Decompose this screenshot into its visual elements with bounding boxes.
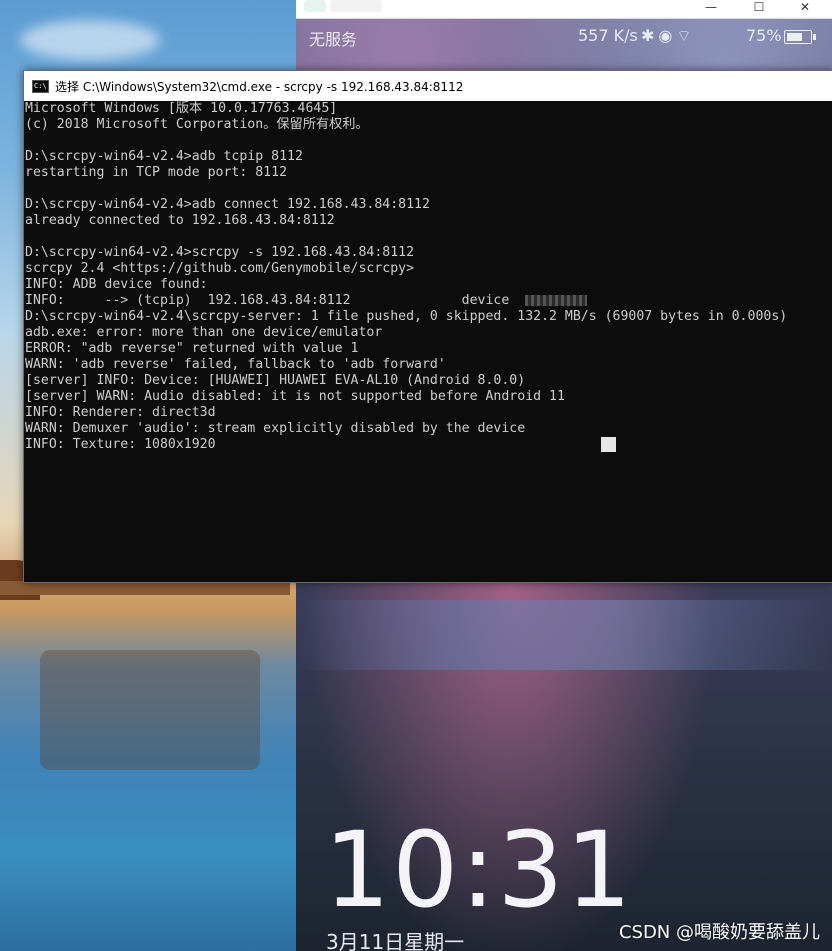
console-line: scrcpy 2.4 <https://github.com/Genymobil… — [25, 261, 415, 276]
console-line: (c) 2018 Microsoft Corporation。保留所有权利。 — [25, 117, 369, 132]
wallpaper-rock — [0, 581, 290, 595]
console-line: Microsoft Windows [版本 10.0.17763.4645] — [25, 101, 338, 116]
wallpaper-cloud — [20, 20, 160, 60]
console-line: D:\scrcpy-win64-v2.4\scrcpy-server: 1 fi… — [25, 309, 788, 324]
console-line: INFO: --> (tcpip) 192.168.43.84:8112 dev… — [25, 293, 832, 309]
text-cursor — [601, 437, 616, 452]
console-line: D:\scrcpy-win64-v2.4>scrcpy -s 192.168.4… — [25, 245, 415, 260]
console-line: [server] INFO: Device: [HUAWEI] HUAWEI E… — [25, 373, 526, 388]
mirror-window-titlebar[interactable]: — ☐ ✕ — [296, 0, 832, 19]
cmd-window-title: 选择 C:\Windows\System32\cmd.exe - scrcpy … — [55, 79, 464, 94]
minimize-button[interactable]: — — [688, 0, 734, 18]
console-line: already connected to 192.168.43.84:8112 — [25, 213, 335, 228]
cmd-window[interactable]: C:\ 选择 C:\Windows\System32\cmd.exe - scr… — [23, 70, 832, 583]
maximize-button[interactable]: ☐ — [736, 0, 782, 18]
battery-percent: 75% — [746, 26, 782, 45]
lockscreen-clock: 10:31 — [324, 809, 634, 931]
console-output[interactable]: Microsoft Windows [版本 10.0.17763.4645] (c… — [24, 101, 832, 453]
console-line: restarting in TCP mode port: 8112 — [25, 165, 288, 180]
wallpaper-band — [296, 600, 832, 670]
cmd-titlebar[interactable]: C:\ 选择 C:\Windows\System32\cmd.exe - scr… — [24, 71, 832, 101]
console-line: WARN: 'adb reverse' failed, fallback to … — [25, 357, 446, 372]
carrier-status: 无服务 — [309, 30, 358, 49]
battery-nub — [813, 34, 816, 40]
cmd-app-icon: C:\ — [32, 79, 49, 93]
console-line: WARN: Demuxer 'audio': stream explicitly… — [25, 421, 526, 436]
console-line: INFO: Texture: 1080x1920 — [25, 437, 216, 452]
battery-icon — [784, 30, 816, 44]
console-line: ERROR: "adb reverse" returned with value… — [25, 341, 359, 356]
network-speed: 557 K/s — [578, 26, 638, 45]
wallpaper-reflection — [40, 650, 260, 770]
console-line: INFO: ADB device found: — [25, 277, 208, 292]
battery-fill — [787, 33, 802, 41]
console-line: INFO: Renderer: direct3d — [25, 405, 216, 420]
lockscreen-date: 3月11日星期一 — [326, 930, 465, 951]
console-line: D:\scrcpy-win64-v2.4>adb connect 192.168… — [25, 197, 430, 212]
bluetooth-eye-wifi-icons: ✱◉⌔ — [641, 26, 696, 45]
csdn-watermark: CSDN @喝酸奶要舔盖儿 — [618, 922, 820, 943]
window-title-redacted — [330, 0, 382, 12]
console-line: adb.exe: error: more than one device/emu… — [25, 325, 383, 340]
close-button[interactable]: ✕ — [782, 0, 828, 18]
console-line: [server] WARN: Audio disabled: it is not… — [25, 389, 565, 404]
window-icon — [304, 0, 326, 12]
redacted-serial — [525, 294, 588, 306]
android-status-bar: 无服务 557 K/s ✱◉⌔ 75% — [296, 24, 832, 50]
console-line: D:\scrcpy-win64-v2.4>adb tcpip 8112 — [25, 149, 303, 164]
